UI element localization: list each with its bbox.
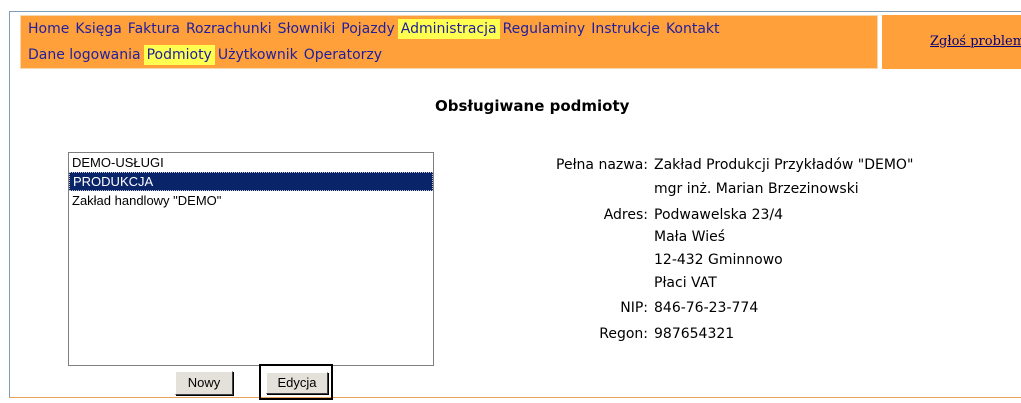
regon-value: 987654321 xyxy=(654,326,735,342)
vat-status: Płaci VAT xyxy=(654,275,717,291)
address-line1: Podwawelska 23/4 xyxy=(654,207,784,223)
entities-listbox[interactable]: DEMO-USŁUGI PRODUKCJA Zakład handlowy "DEM… xyxy=(68,152,434,366)
menu-item-row1-3[interactable]: Rozrachunki xyxy=(183,19,275,39)
owner-value: mgr inż. Marian Brzezinowski xyxy=(654,181,859,197)
list-item[interactable]: DEMO-USŁUGI xyxy=(69,153,433,172)
menu-item-row1-2[interactable]: Faktura xyxy=(125,19,183,39)
menu-item-row1-8[interactable]: Instrukcje xyxy=(588,19,663,39)
report-box: Zgłoś problem xyxy=(882,15,1021,69)
edit-button[interactable]: Edycja xyxy=(266,372,328,394)
address-line3: 12-432 Gminnowo xyxy=(654,252,783,268)
new-button[interactable]: Nowy xyxy=(175,371,233,395)
menu-item-row1-6[interactable]: Administracja xyxy=(397,19,500,39)
menu-item-row2-0[interactable]: Dane logowania xyxy=(25,45,144,65)
regon-label: Regon: xyxy=(599,326,648,342)
menu-item-row1-4[interactable]: Słowniki xyxy=(275,19,339,39)
menu-item-row2-1[interactable]: Podmioty xyxy=(143,45,215,65)
list-item[interactable]: Zakład handlowy "DEMO" xyxy=(69,191,433,210)
full-name-label: Pełna nazwa: xyxy=(556,157,648,173)
menu-row-main: Home Księga Faktura Rozrachunki Słowniki Poja… xyxy=(25,18,723,40)
menu-item-row1-7[interactable]: Regulaminy xyxy=(500,19,589,39)
page-title: Obsługiwane podmioty xyxy=(435,97,630,115)
nip-value: 846-76-23-774 xyxy=(654,300,759,316)
report-problem-link[interactable]: Zgłoś problem xyxy=(930,34,1021,49)
full-name-value: Zakład Produkcji Przykładów "DEMO" xyxy=(654,157,914,173)
edit-button-focus-frame: Edycja xyxy=(259,364,333,400)
menu-item-row1-5[interactable]: Pojazdy xyxy=(338,19,398,39)
menu-item-row2-2[interactable]: Użytkownik xyxy=(215,45,301,65)
address-label: Adres: xyxy=(603,207,648,223)
menu-item-row1-1[interactable]: Księga xyxy=(72,19,124,39)
menu-item-row2-3[interactable]: Operatorzy xyxy=(301,45,385,65)
menu-row-sub: Dane logowania Podmioty Użytkownik Operator… xyxy=(25,44,385,66)
address-line2: Mała Wieś xyxy=(654,229,725,245)
list-item[interactable]: PRODUKCJA xyxy=(69,172,433,191)
menu-item-row1-0[interactable]: Home xyxy=(25,19,72,39)
nip-label: NIP: xyxy=(620,300,648,316)
main-menu: Home Księga Faktura Rozrachunki Słowniki Poja… xyxy=(20,15,878,69)
menu-item-row1-9[interactable]: Kontakt xyxy=(663,19,723,39)
